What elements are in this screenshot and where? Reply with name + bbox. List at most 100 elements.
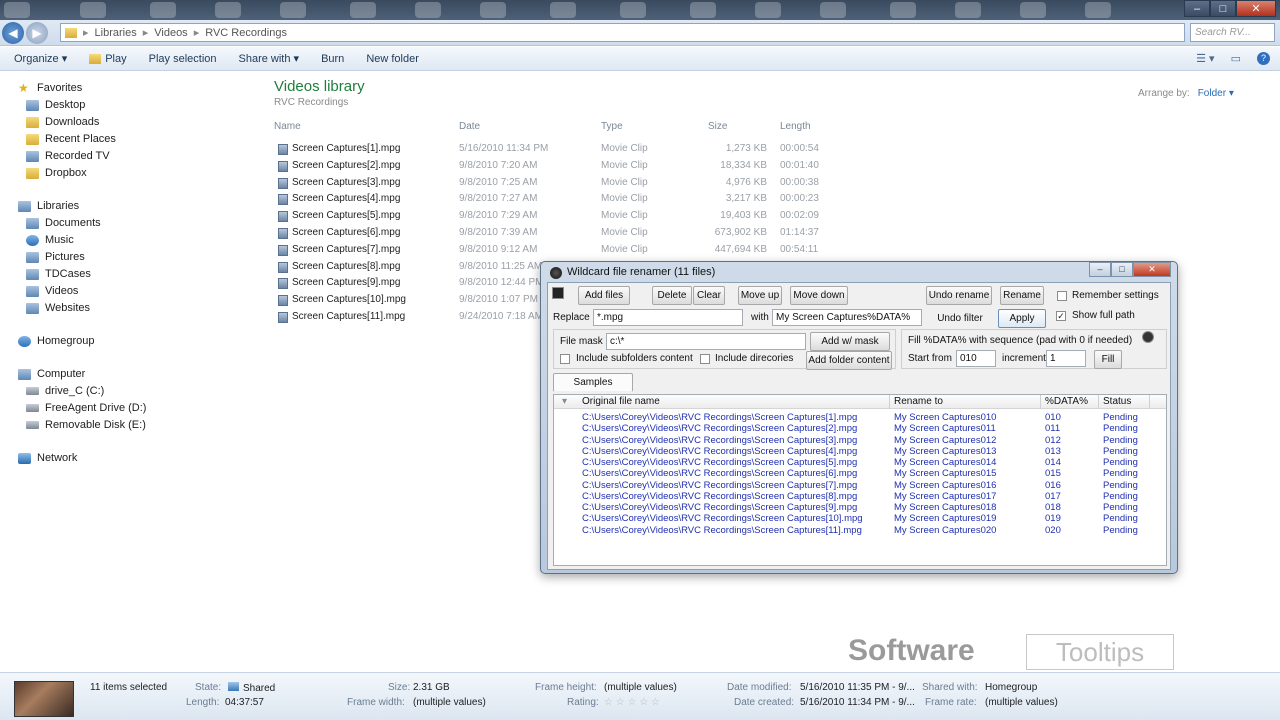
taskbar-icon[interactable] [415,2,441,18]
dialog-close-button[interactable]: ✕ [1133,262,1171,277]
fill-info-icon[interactable] [1142,331,1154,343]
organize-button[interactable]: Organize ▾ [14,52,67,65]
maximize-button[interactable]: □ [1210,0,1236,17]
nav-music[interactable]: Music [26,234,74,246]
column-status[interactable]: Status [1103,396,1131,407]
nav-drive-c[interactable]: drive_C (C:) [26,385,104,397]
column-header-size[interactable]: Size [708,121,727,132]
pin-icon[interactable] [552,287,564,299]
column-separator[interactable] [889,395,890,409]
nav-pictures[interactable]: Pictures [26,251,85,263]
taskbar-icon[interactable] [480,2,506,18]
column-header-type[interactable]: Type [601,121,623,132]
column-header-length[interactable]: Length [780,121,811,132]
taskbar-icon[interactable] [690,2,716,18]
nav-freeagent-drive[interactable]: FreeAgent Drive (D:) [26,402,146,414]
fill-button[interactable]: Fill [1094,350,1122,369]
address-bar[interactable]: ▸ Libraries ▸ Videos ▸ RVC Recordings [60,23,1185,42]
start-from-input[interactable]: 010 [956,350,996,367]
nav-recorded-tv[interactable]: Recorded TV [26,150,110,162]
search-input[interactable]: Search RV... [1190,23,1275,42]
nav-libraries[interactable]: Libraries [18,200,79,212]
nav-recent-places[interactable]: Recent Places [26,133,116,145]
column-header-date[interactable]: Date [459,121,480,132]
rename-row[interactable]: C:\Users\Corey\Videos\RVC Recordings\Scr… [554,435,1166,446]
taskbar-icon[interactable] [80,2,106,18]
rename-row[interactable]: C:\Users\Corey\Videos\RVC Recordings\Scr… [554,423,1166,434]
close-button[interactable]: ✕ [1236,0,1276,17]
delete-button[interactable]: Delete [652,286,692,305]
rename-row[interactable]: C:\Users\Corey\Videos\RVC Recordings\Scr… [554,480,1166,491]
file-row[interactable]: Screen Captures[5].mpg 9/8/2010 7:29 AM Mo… [274,208,874,225]
apply-button[interactable]: Apply [998,309,1046,328]
taskbar-icon[interactable] [280,2,306,18]
taskbar-icon[interactable] [1085,2,1111,18]
file-row[interactable]: Screen Captures[3].mpg 9/8/2010 7:25 AM Mo… [274,175,874,192]
taskbar-icon[interactable] [755,2,781,18]
preview-pane-icon[interactable]: ▭ [1231,52,1241,65]
new-folder-button[interactable]: New folder [366,53,419,65]
add-folder-content-button[interactable]: Add folder content [806,351,892,370]
tab-samples[interactable]: Samples [553,373,633,392]
column-separator[interactable] [1040,395,1041,409]
burn-button[interactable]: Burn [321,53,344,65]
nav-dropbox[interactable]: Dropbox [26,167,87,179]
arrange-by-dropdown[interactable]: Folder ▾ [1198,88,1234,99]
file-mask-input[interactable]: c:\* [606,333,806,350]
add-files-button[interactable]: Add files [578,286,630,305]
taskbar-icon[interactable] [620,2,646,18]
taskbar-icon[interactable] [550,2,576,18]
column-original-file-name[interactable]: Original file name [582,396,660,407]
increment-input[interactable]: 1 [1046,350,1086,367]
with-input[interactable]: My Screen Captures%DATA% [772,309,922,326]
remember-settings-checkbox[interactable] [1057,291,1067,301]
clear-button[interactable]: Clear [693,286,725,305]
column-header-name[interactable]: Name [274,121,301,132]
nav-network[interactable]: Network [18,452,77,464]
nav-websites[interactable]: Websites [26,302,90,314]
forward-button[interactable]: ▶ [26,22,48,44]
include-directories-checkbox[interactable] [700,354,710,364]
column-separator[interactable] [1098,395,1099,409]
taskbar-icon[interactable] [1020,2,1046,18]
play-selection-button[interactable]: Play selection [149,53,217,65]
nav-desktop[interactable]: Desktop [26,99,85,111]
file-row[interactable]: Screen Captures[2].mpg 9/8/2010 7:20 AM Mo… [274,158,874,175]
taskbar-icon[interactable] [215,2,241,18]
file-row[interactable]: Screen Captures[7].mpg 9/8/2010 9:12 AM Mo… [274,242,874,259]
share-with-button[interactable]: Share with ▾ [239,52,300,65]
column-rename-to[interactable]: Rename to [894,396,943,407]
nav-videos[interactable]: Videos [26,285,78,297]
move-up-button[interactable]: Move up [738,286,782,305]
move-down-button[interactable]: Move down [790,286,848,305]
file-row[interactable]: Screen Captures[4].mpg 9/8/2010 7:27 AM Mo… [274,191,874,208]
rename-row[interactable]: C:\Users\Corey\Videos\RVC Recordings\Scr… [554,491,1166,502]
rename-row[interactable]: C:\Users\Corey\Videos\RVC Recordings\Scr… [554,525,1166,536]
rename-row[interactable]: C:\Users\Corey\Videos\RVC Recordings\Scr… [554,513,1166,524]
undo-filter-button[interactable]: Undo filter [930,309,990,328]
back-button[interactable]: ◀ [2,22,24,44]
nav-downloads[interactable]: Downloads [26,116,99,128]
play-button[interactable]: Play [89,53,127,65]
add-with-mask-button[interactable]: Add w/ mask [810,332,890,351]
column-separator[interactable] [1149,395,1150,409]
taskbar-icon[interactable] [890,2,916,18]
dialog-minimize-button[interactable]: – [1089,262,1111,277]
rename-row[interactable]: C:\Users\Corey\Videos\RVC Recordings\Scr… [554,457,1166,468]
show-full-path-checkbox[interactable]: ✓ [1056,311,1066,321]
nav-favorites[interactable]: ★ Favorites [18,82,82,95]
breadcrumb-rvc-recordings[interactable]: RVC Recordings [205,27,287,39]
nav-homegroup[interactable]: Homegroup [18,335,94,347]
file-row[interactable]: Screen Captures[6].mpg 9/8/2010 7:39 AM Mo… [274,225,874,242]
rename-button[interactable]: Rename [1000,286,1044,305]
rename-row[interactable]: C:\Users\Corey\Videos\RVC Recordings\Scr… [554,502,1166,513]
breadcrumb-libraries[interactable]: Libraries [95,27,137,39]
dialog-maximize-button[interactable]: □ [1111,262,1133,277]
nav-tdcases[interactable]: TDCases [26,268,91,280]
undo-rename-button[interactable]: Undo rename [926,286,992,305]
taskbar-icon[interactable] [820,2,846,18]
help-icon[interactable]: ? [1257,52,1270,65]
taskbar-icon[interactable] [150,2,176,18]
file-row[interactable]: Screen Captures[1].mpg 5/16/2010 11:34 PM… [274,141,874,158]
nav-removable-disk[interactable]: Removable Disk (E:) [26,419,146,431]
